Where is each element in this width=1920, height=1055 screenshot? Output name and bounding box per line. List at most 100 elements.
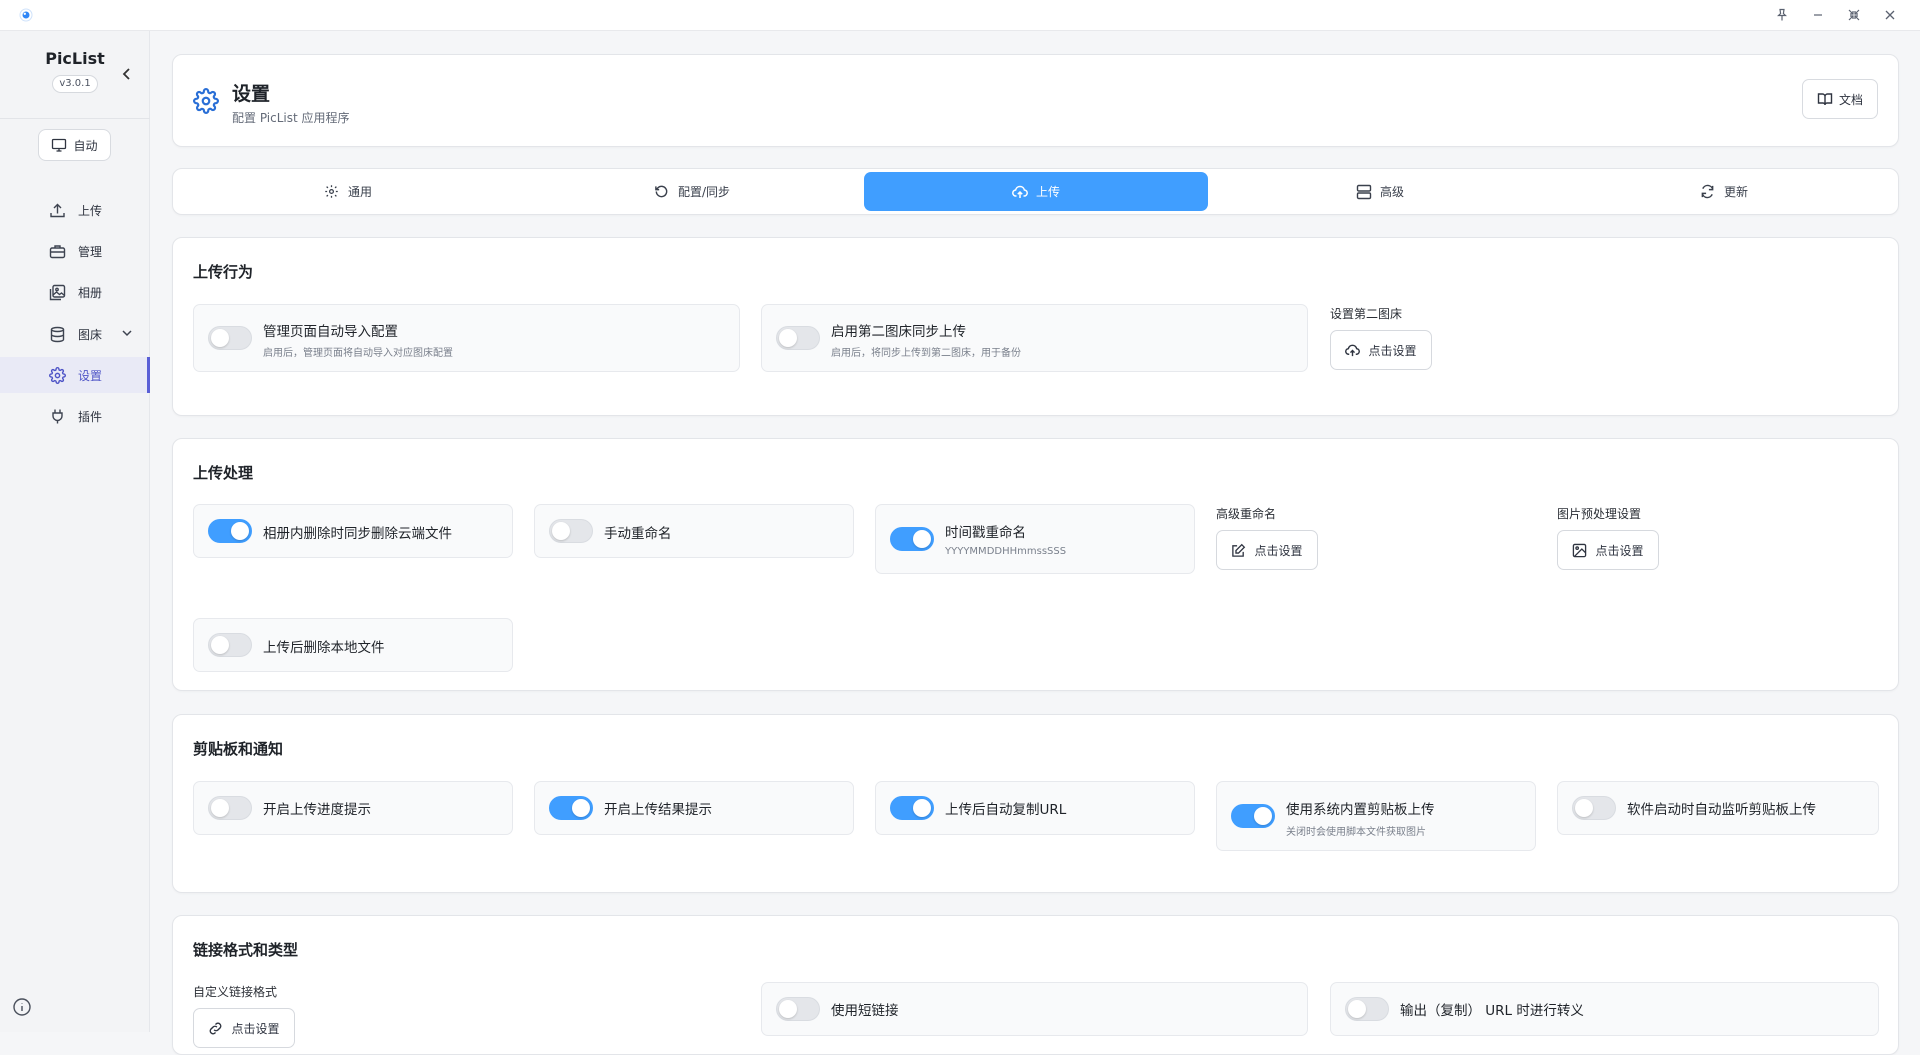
option-watch-clipboard: 软件启动时自动监听剪贴板上传 — [1557, 781, 1879, 835]
images-icon — [48, 283, 66, 301]
sidebar-item-label: 插件 — [78, 409, 103, 424]
option-short-link: 使用短链接 — [761, 982, 1308, 1036]
option-timestamp-rename: 时间戳重命名 YYYYMMDDHHmmssSSS — [875, 504, 1195, 574]
tab-update[interactable]: 更新 — [1552, 172, 1896, 211]
tab-upload[interactable]: 上传 — [864, 172, 1208, 211]
option-label: 输出（复制） URL 时进行转义 — [1400, 1003, 1584, 1019]
watch-clipboard-toggle[interactable] — [1572, 796, 1616, 820]
sidebar-item-label: 上传 — [78, 203, 103, 218]
section-clipboard: 剪贴板和通知 开启上传进度提示 开启上传结果提示 上传后自动复制URL 使用系统… — [172, 714, 1899, 893]
gear-icon — [48, 366, 66, 384]
progress-hint-toggle[interactable] — [208, 796, 252, 820]
sidebar-item-label: 管理 — [78, 244, 103, 259]
option-result-hint: 开启上传结果提示 — [534, 781, 854, 835]
tab-label: 通用 — [347, 185, 372, 199]
minimize-icon[interactable] — [1804, 4, 1832, 26]
link-icon — [208, 1021, 223, 1036]
section-link-format: 链接格式和类型 自定义链接格式 点击设置 使用短链接 输出（复制） URL 时进… — [172, 915, 1899, 1055]
option-label: 上传后删除本地文件 — [263, 640, 385, 656]
sidebar-item-settings[interactable]: 设置 — [0, 357, 150, 393]
settings-tabs: 通用 配置/同步 上传 高级 更新 — [172, 168, 1899, 215]
escape-url-toggle[interactable] — [1345, 997, 1389, 1021]
image-preprocess-setting-button[interactable]: 点击设置 — [1557, 530, 1659, 570]
option-delete-cloud: 相册内删除时同步删除云端文件 — [193, 504, 513, 558]
section-upload-processing: 上传处理 相册内删除时同步删除云端文件 手动重命名 时间戳重命名 YYYYMMD… — [172, 438, 1899, 691]
option-label: 手动重命名 — [604, 526, 672, 542]
app-logo-icon — [19, 8, 33, 22]
short-link-toggle[interactable] — [776, 997, 820, 1021]
tab-label: 更新 — [1723, 185, 1748, 199]
sidebar-item-plugins[interactable]: 插件 — [0, 398, 150, 434]
result-hint-toggle[interactable] — [549, 796, 593, 820]
delete-local-toggle[interactable] — [208, 633, 252, 657]
auto-import-toggle[interactable] — [208, 326, 252, 350]
option-label: 启用第二图床同步上传 — [831, 324, 966, 340]
docs-button[interactable]: 文档 — [1802, 79, 1878, 119]
option-desc: 启用后，管理页面将自动导入对应图床配置 — [263, 348, 453, 359]
option-label: 上传后自动复制URL — [945, 802, 1067, 818]
advanced-rename-setting-button[interactable]: 点击设置 — [1216, 530, 1318, 570]
sidebar-item-label: 设置 — [78, 368, 103, 383]
book-icon — [1817, 93, 1833, 106]
refresh-icon — [1700, 184, 1716, 200]
option-label: 使用短链接 — [831, 1003, 899, 1019]
option-label: 相册内删除时同步删除云端文件 — [263, 526, 452, 542]
second-picbed-setting-button[interactable]: 点击设置 — [1330, 330, 1432, 370]
option-builtin-clipboard: 使用系统内置剪贴板上传 关闭时会使用脚本文件获取图片 — [1216, 781, 1536, 851]
delete-cloud-toggle[interactable] — [208, 519, 252, 543]
theme-mode-label: 自动 — [73, 138, 98, 153]
restore-icon[interactable] — [1840, 4, 1868, 26]
builtin-clipboard-toggle[interactable] — [1231, 804, 1275, 828]
docs-label: 文档 — [1838, 92, 1863, 107]
sidebar-item-album[interactable]: 相册 — [0, 274, 150, 310]
option-desc: 启用后，将同步上传到第二图床，用于备份 — [831, 348, 1021, 359]
timestamp-rename-toggle[interactable] — [890, 527, 934, 551]
sidebar-item-manage[interactable]: 管理 — [0, 233, 150, 269]
plug-icon — [48, 407, 66, 425]
pin-icon[interactable] — [1768, 4, 1796, 26]
second-sync-toggle[interactable] — [776, 326, 820, 350]
sidebar-item-upload[interactable]: 上传 — [0, 192, 150, 228]
version-badge: v3.0.1 — [52, 75, 98, 93]
history-icon — [654, 184, 670, 200]
sidebar-item-picbed[interactable]: 图床 — [0, 316, 150, 352]
button-label: 点击设置 — [1368, 343, 1417, 358]
tab-config-sync[interactable]: 配置/同步 — [520, 172, 864, 211]
button-label: 点击设置 — [1254, 543, 1303, 558]
option-desc: YYYYMMDDHHmmssSSS — [945, 546, 1067, 557]
option-label: 使用系统内置剪贴板上传 — [1286, 802, 1435, 818]
tab-label: 上传 — [1035, 185, 1060, 199]
sidebar-item-label: 相册 — [78, 285, 103, 300]
chevron-down-icon — [122, 330, 132, 337]
tab-label: 配置/同步 — [677, 185, 731, 199]
option-desc: 关闭时会使用脚本文件获取图片 — [1286, 827, 1426, 838]
option-escape-url: 输出（复制） URL 时进行转义 — [1330, 982, 1879, 1036]
server-icon — [1356, 184, 1372, 200]
button-label: 点击设置 — [231, 1021, 280, 1036]
option-label: 开启上传进度提示 — [263, 802, 371, 818]
option-label: 开启上传结果提示 — [604, 802, 712, 818]
custom-format-setting-button[interactable]: 点击设置 — [193, 1008, 295, 1048]
option-label: 时间戳重命名 — [945, 525, 1026, 541]
edit-icon — [1231, 543, 1246, 558]
info-icon[interactable] — [12, 997, 32, 1017]
database-icon — [48, 325, 66, 343]
page-subtitle: 配置 PicList 应用程序 — [232, 111, 350, 125]
section-title: 上传处理 — [193, 464, 254, 482]
auto-copy-toggle[interactable] — [890, 796, 934, 820]
cloud-upload-icon — [1012, 184, 1028, 200]
close-icon[interactable] — [1876, 4, 1904, 26]
option-auto-import: 管理页面自动导入配置 启用后，管理页面将自动导入对应图床配置 — [193, 304, 740, 372]
chevron-left-icon — [122, 68, 130, 80]
option-second-sync: 启用第二图床同步上传 启用后，将同步上传到第二图床，用于备份 — [761, 304, 1308, 372]
tab-advanced[interactable]: 高级 — [1208, 172, 1552, 211]
tab-general[interactable]: 通用 — [176, 172, 520, 211]
option-label: 软件启动时自动监听剪贴板上传 — [1627, 802, 1816, 818]
collapse-sidebar-button[interactable] — [118, 65, 136, 83]
second-picbed-label: 设置第二图床 — [1330, 307, 1403, 321]
gear-icon — [324, 184, 340, 200]
manual-rename-toggle[interactable] — [549, 519, 593, 543]
theme-mode-button[interactable]: 自动 — [38, 129, 111, 161]
briefcase-icon — [48, 242, 66, 260]
section-title: 上传行为 — [193, 263, 254, 281]
